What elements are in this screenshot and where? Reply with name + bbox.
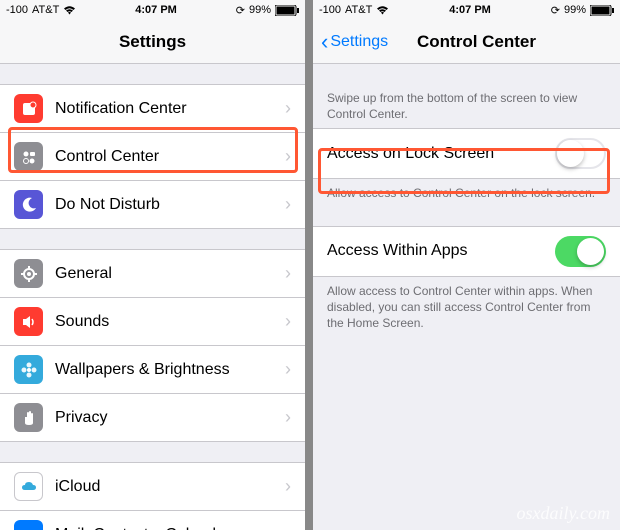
hand-icon <box>14 403 43 432</box>
chevron-right-icon: › <box>285 146 291 167</box>
row-access-within-apps: Access Within Apps <box>313 226 620 277</box>
chevron-right-icon: › <box>285 476 291 497</box>
status-time: 4:07 PM <box>135 4 177 16</box>
back-button[interactable]: ‹ Settings <box>321 29 388 55</box>
settings-row-sounds[interactable]: Sounds › <box>0 297 305 345</box>
status-bar: -100 AT&T 4:07 PM ⟳ 99% <box>0 0 305 20</box>
envelope-icon <box>14 520 43 530</box>
chevron-right-icon: › <box>285 359 291 380</box>
watermark: osxdaily.com <box>517 503 610 524</box>
wifi-icon <box>63 5 76 15</box>
toggle-access-within-apps[interactable] <box>555 236 606 267</box>
row-label: Notification Center <box>55 100 285 118</box>
battery-percent: 99% <box>564 4 586 16</box>
row-label: iCloud <box>55 478 285 496</box>
cloud-icon <box>14 472 43 501</box>
section-intro: Swipe up from the bottom of the screen t… <box>313 84 620 128</box>
settings-row-notification-center[interactable]: Notification Center › <box>0 84 305 132</box>
row-label: General <box>55 265 285 283</box>
settings-row-privacy[interactable]: Privacy › <box>0 393 305 442</box>
wifi-icon <box>376 5 389 15</box>
row-label: Wallpapers & Brightness <box>55 361 285 379</box>
battery-icon <box>590 5 614 16</box>
settings-row-general[interactable]: General › <box>0 249 305 297</box>
settings-row-control-center[interactable]: Control Center › <box>0 132 305 180</box>
row-label: Do Not Disturb <box>55 196 285 214</box>
carrier: AT&T <box>32 4 59 16</box>
moon-icon <box>14 190 43 219</box>
battery-icon <box>275 5 299 16</box>
back-label: Settings <box>330 33 388 51</box>
chevron-right-icon: › <box>285 194 291 215</box>
carrier: AT&T <box>345 4 372 16</box>
row-label: Privacy <box>55 409 285 427</box>
section-footer: Allow access to Control Center within ap… <box>313 277 620 338</box>
settings-row-icloud[interactable]: iCloud › <box>0 462 305 510</box>
toggle-access-lock-screen[interactable] <box>555 138 606 169</box>
gear-icon <box>14 259 43 288</box>
flower-icon <box>14 355 43 384</box>
chevron-right-icon: › <box>285 98 291 119</box>
chevron-right-icon: › <box>285 263 291 284</box>
status-bar: -100 AT&T 4:07 PM ⟳ 99% <box>313 0 620 20</box>
rotation-lock-icon: ⟳ <box>236 4 245 17</box>
rotation-lock-icon: ⟳ <box>551 4 560 17</box>
status-time: 4:07 PM <box>449 4 491 16</box>
nav-bar: Settings <box>0 20 305 64</box>
signal-strength: -100 <box>6 4 28 16</box>
chevron-right-icon: › <box>285 524 291 530</box>
row-label: Access Within Apps <box>327 242 555 260</box>
chevron-left-icon: ‹ <box>321 29 328 55</box>
row-label: Control Center <box>55 148 285 166</box>
notification-icon <box>14 94 43 123</box>
speaker-icon <box>14 307 43 336</box>
nav-bar: ‹ Settings Control Center <box>313 20 620 64</box>
settings-row-mail[interactable]: Mail, Contacts, Calendars › <box>0 510 305 530</box>
battery-percent: 99% <box>249 4 271 16</box>
signal-strength: -100 <box>319 4 341 16</box>
row-label: Sounds <box>55 313 285 331</box>
settings-row-do-not-disturb[interactable]: Do Not Disturb › <box>0 180 305 229</box>
settings-row-wallpapers[interactable]: Wallpapers & Brightness › <box>0 345 305 393</box>
row-access-lock-screen: Access on Lock Screen <box>313 128 620 179</box>
control-center-icon <box>14 142 43 171</box>
row-label: Mail, Contacts, Calendars <box>55 526 285 530</box>
section-footer: Allow access to Control Center on the lo… <box>313 179 620 207</box>
page-title: Settings <box>0 32 305 52</box>
chevron-right-icon: › <box>285 311 291 332</box>
row-label: Access on Lock Screen <box>327 145 555 163</box>
chevron-right-icon: › <box>285 407 291 428</box>
